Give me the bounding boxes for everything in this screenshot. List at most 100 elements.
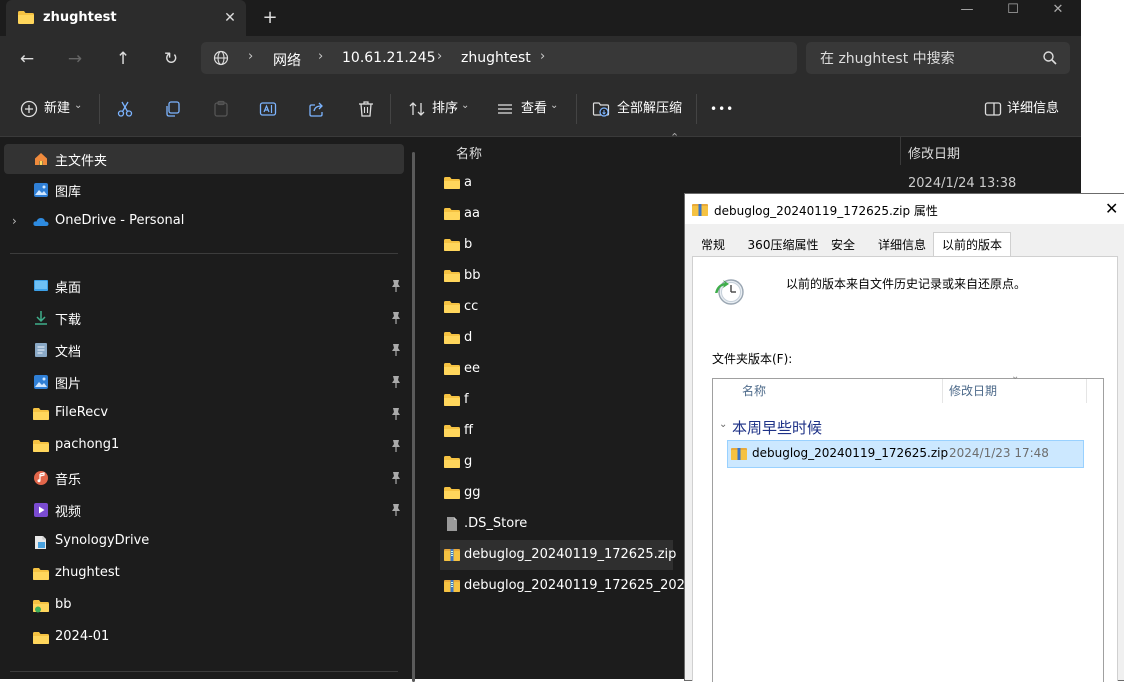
pin-icon[interactable] bbox=[390, 343, 402, 357]
sidebar-item-onedrive[interactable]: › OneDrive - Personal bbox=[0, 207, 404, 237]
sidebar-item-home[interactable]: 主文件夹 bbox=[4, 144, 404, 174]
sidebar-item-2024-01[interactable]: 2024-01 bbox=[0, 623, 404, 653]
folder-icon bbox=[444, 425, 460, 437]
tab-strip: zhughtest ✕ + — ☐ ✕ bbox=[0, 0, 1081, 36]
sidebar-item-pictures[interactable]: 图片 bbox=[0, 367, 404, 397]
back-button[interactable]: ← bbox=[14, 46, 40, 72]
tab-previous-versions[interactable]: 以前的版本 bbox=[933, 232, 1011, 257]
column-divider[interactable] bbox=[900, 137, 901, 165]
file-name: aa bbox=[464, 206, 480, 221]
sidebar-item-gallery[interactable]: 图库 bbox=[0, 175, 404, 205]
breadcrumb-separator[interactable]: › bbox=[318, 49, 323, 64]
folder-icon bbox=[444, 177, 460, 189]
column-header-name[interactable]: 名称 bbox=[742, 382, 766, 399]
sidebar-item-label: zhughtest bbox=[55, 565, 120, 580]
toolbar-divider bbox=[390, 94, 391, 124]
list-item-selected[interactable]: debuglog_20240119_172625.zip bbox=[440, 540, 676, 570]
breadcrumb-ip[interactable]: 10.61.21.245 bbox=[342, 50, 436, 66]
column-header-modified[interactable]: 修改日期 bbox=[908, 143, 960, 171]
dialog-title: debuglog_20240119_172625.zip 属性 bbox=[714, 204, 938, 218]
sort-button[interactable]: 排序 ⌄ bbox=[408, 96, 472, 122]
paste-button[interactable] bbox=[212, 96, 232, 122]
address-bar[interactable]: › 网络 › 10.61.21.245 › zhughtest › bbox=[201, 42, 797, 74]
properties-dialog: debuglog_20240119_172625.zip 属性 ✕ 常规 360… bbox=[684, 193, 1124, 682]
forward-button[interactable]: → bbox=[62, 46, 88, 72]
group-header[interactable]: 本周早些时候 bbox=[732, 417, 822, 438]
sidebar-divider bbox=[10, 671, 398, 672]
share-button[interactable] bbox=[308, 96, 328, 122]
sidebar-item-zhughtest[interactable]: zhughtest bbox=[0, 559, 404, 589]
dialog-titlebar[interactable]: debuglog_20240119_172625.zip 属性 ✕ bbox=[685, 194, 1124, 224]
breadcrumb-separator[interactable]: › bbox=[437, 49, 442, 64]
sidebar-item-bb[interactable]: bb bbox=[0, 591, 404, 621]
chevron-down-icon: ⌄ bbox=[550, 100, 559, 111]
pin-icon[interactable] bbox=[390, 439, 402, 453]
folder-icon bbox=[444, 456, 460, 468]
close-window-button[interactable]: ✕ bbox=[1035, 0, 1081, 24]
sidebar-scrollbar[interactable] bbox=[412, 152, 415, 682]
dialog-close-button[interactable]: ✕ bbox=[1105, 199, 1118, 218]
tab-general[interactable]: 常规 bbox=[695, 235, 731, 255]
breadcrumb-zhughtest[interactable]: zhughtest bbox=[461, 50, 531, 66]
download-icon bbox=[35, 311, 47, 325]
extract-all-button[interactable]: 全部解压缩 bbox=[592, 96, 684, 122]
tab-360-properties[interactable]: 360压缩属性 bbox=[745, 235, 821, 255]
breadcrumb-network[interactable]: 网络 bbox=[273, 50, 301, 70]
extract-icon bbox=[592, 102, 610, 117]
share-icon bbox=[309, 102, 323, 117]
column-header-name[interactable]: 名称 bbox=[456, 143, 482, 171]
pin-icon[interactable] bbox=[390, 503, 402, 517]
details-pane-button[interactable]: 详细信息 bbox=[984, 96, 1064, 122]
pin-icon[interactable] bbox=[390, 375, 402, 389]
minimize-button[interactable]: — bbox=[944, 0, 990, 24]
tab-details[interactable]: 详细信息 bbox=[875, 235, 929, 255]
tab-close-button[interactable]: ✕ bbox=[218, 6, 242, 30]
pin-icon[interactable] bbox=[390, 279, 402, 293]
sidebar-item-label: 视频 bbox=[55, 505, 82, 520]
add-circle-icon bbox=[20, 100, 38, 118]
rename-button[interactable] bbox=[259, 96, 279, 122]
column-divider[interactable] bbox=[1086, 379, 1087, 403]
sidebar-item-label: 主文件夹 bbox=[55, 154, 108, 169]
tab-security[interactable]: 安全 bbox=[827, 235, 859, 255]
new-button[interactable]: 新建 ⌄ bbox=[20, 96, 84, 122]
version-row[interactable]: debuglog_20240119_172625.zip 2024/1/23 1… bbox=[727, 440, 1084, 468]
sidebar-item-filerecv[interactable]: FileRecv bbox=[0, 399, 404, 429]
cut-button[interactable] bbox=[116, 96, 136, 122]
chevron-down-icon[interactable]: ⌄ bbox=[719, 419, 727, 430]
sidebar-item-documents[interactable]: 文档 bbox=[0, 335, 404, 365]
view-button[interactable]: 查看 ⌄ bbox=[496, 96, 562, 122]
folder-icon bbox=[33, 632, 49, 644]
maximize-button[interactable]: ☐ bbox=[990, 0, 1036, 24]
search-box[interactable] bbox=[806, 42, 1070, 74]
sidebar-item-desktop[interactable]: 桌面 bbox=[0, 271, 404, 301]
sidebar-item-synologydrive[interactable]: SynologyDrive bbox=[0, 527, 404, 557]
breadcrumb-separator[interactable]: › bbox=[248, 49, 253, 64]
column-divider[interactable] bbox=[942, 379, 943, 403]
sidebar-item-pachong1[interactable]: pachong1 bbox=[0, 431, 404, 461]
sidebar-item-label: 文档 bbox=[55, 345, 82, 360]
copy-button[interactable] bbox=[164, 96, 184, 122]
refresh-button[interactable]: ↻ bbox=[158, 46, 184, 72]
pictures-icon bbox=[34, 375, 48, 389]
column-header-modified[interactable]: 修改日期 bbox=[949, 382, 997, 399]
sidebar-item-videos[interactable]: 视频 bbox=[0, 495, 404, 525]
command-bar: 新建 ⌄ 排序 ⌄ 查看 ⌄ 全部解压缩 ••• 详细信息 bbox=[0, 82, 1081, 137]
more-options-button[interactable]: ••• bbox=[710, 96, 734, 122]
sidebar-item-label: 下载 bbox=[55, 313, 82, 328]
up-button[interactable]: ↑ bbox=[110, 46, 136, 72]
delete-button[interactable] bbox=[357, 96, 377, 122]
pin-icon[interactable] bbox=[390, 471, 402, 485]
versions-list[interactable]: 名称 修改日期 ⌄ ⌄ 本周早些时候 debuglog_20240119_172… bbox=[712, 371, 1104, 682]
chevron-right-icon[interactable]: › bbox=[12, 214, 17, 228]
zip-archive-icon bbox=[692, 204, 708, 216]
pin-icon[interactable] bbox=[390, 311, 402, 325]
sidebar-item-music[interactable]: 音乐 bbox=[0, 463, 404, 493]
sidebar-item-downloads[interactable]: 下载 bbox=[0, 303, 404, 333]
new-tab-button[interactable]: + bbox=[258, 6, 282, 30]
pin-icon[interactable] bbox=[390, 407, 402, 421]
file-name: gg bbox=[464, 485, 481, 500]
tab-zhughtest[interactable]: zhughtest ✕ bbox=[6, 0, 246, 36]
breadcrumb-separator[interactable]: › bbox=[540, 49, 545, 64]
search-input[interactable] bbox=[818, 48, 1042, 70]
